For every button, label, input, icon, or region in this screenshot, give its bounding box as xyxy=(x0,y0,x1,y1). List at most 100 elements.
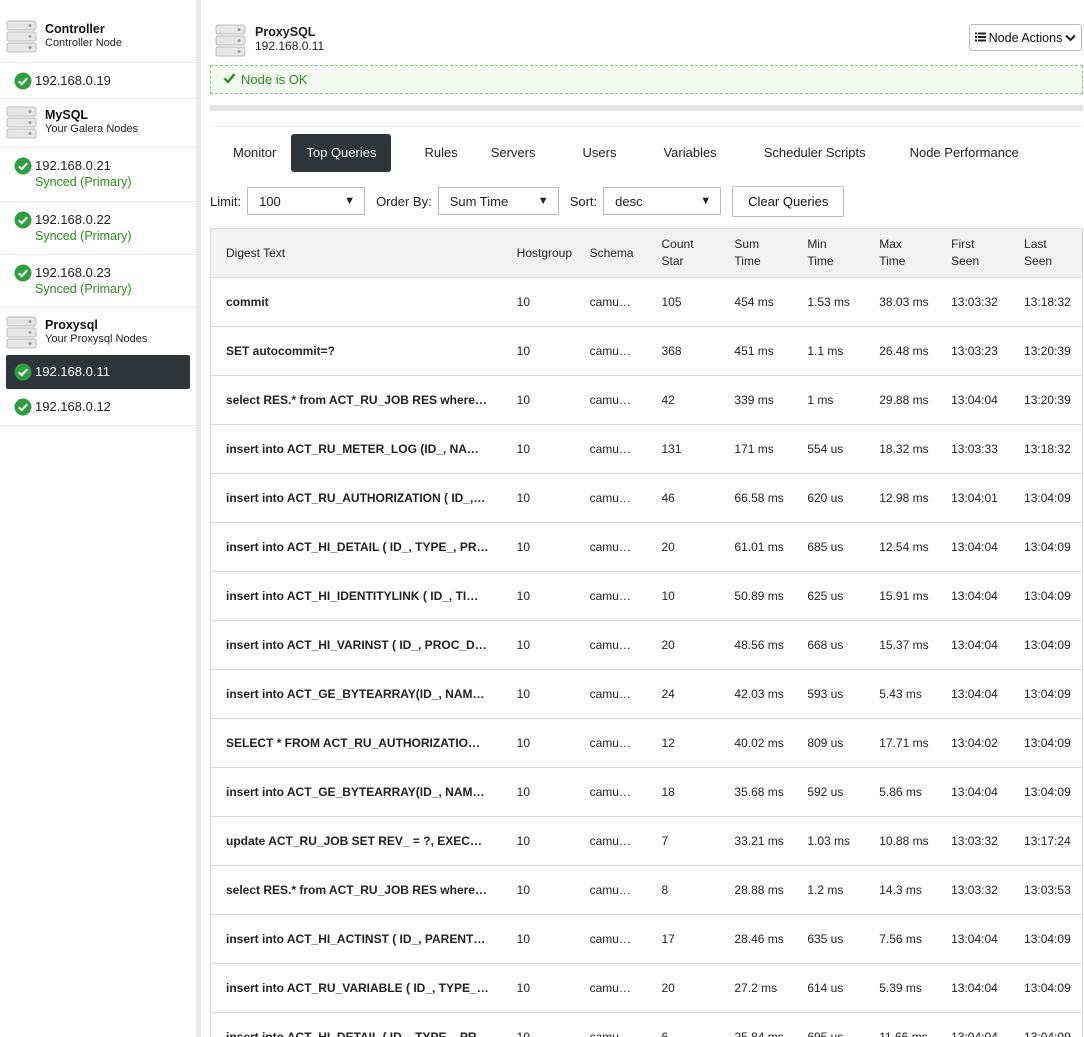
table-row[interactable]: insert into ACT_RU_METER_LOG (ID_, NA… 10… xyxy=(211,425,1082,474)
sidebar-node-mysql-3[interactable]: 192.168.0.23 Synced (Primary) xyxy=(0,255,196,308)
table-row[interactable]: insert into ACT_HI_DETAIL ( ID_, TYPE_, … xyxy=(211,1013,1082,1037)
cell-sum-time: 50.89 ms xyxy=(734,588,784,603)
cell-count-star: 20 xyxy=(661,637,675,652)
cell-sum-time: 28.46 ms xyxy=(734,931,784,946)
table-row[interactable]: insert into ACT_RU_AUTHORIZATION ( ID_,…… xyxy=(211,474,1082,523)
cell-sum-time: 27.2 ms xyxy=(734,980,778,995)
node-address: 192.168.0.11 xyxy=(255,39,325,53)
tab-bar: Monitor Top Queries Rules Servers Users … xyxy=(218,134,1035,172)
group-title: Controller xyxy=(45,22,105,36)
cell-sum-time: 66.58 ms xyxy=(734,490,784,505)
header-min-time[interactable]: Min Time xyxy=(807,236,879,270)
table-row[interactable]: insert into ACT_GE_BYTEARRAY(ID_, NAM… 10… xyxy=(211,768,1082,817)
cell-hostgroup: 10 xyxy=(516,735,531,750)
table-row[interactable]: select RES.* from ACT_RU_JOB RES where… 1… xyxy=(211,866,1082,915)
table-row[interactable]: insert into ACT_GE_BYTEARRAY(ID_, NAM… 10… xyxy=(211,670,1082,719)
tab-top-queries[interactable]: Top Queries xyxy=(291,134,392,172)
cell-hostgroup: 10 xyxy=(516,392,531,407)
cell-min-time: 1.03 ms xyxy=(807,833,850,848)
cell-hostgroup: 10 xyxy=(516,686,531,701)
header-text: Sum xyxy=(734,237,760,251)
cell-text: camu… xyxy=(589,441,631,456)
sidebar-node-proxysql-2[interactable]: 192.168.0.12 xyxy=(0,389,196,426)
header-schema[interactable]: Schema xyxy=(590,245,662,262)
cell-max-time: 29.88 ms xyxy=(879,392,929,407)
table-row[interactable]: insert into ACT_HI_DETAIL ( ID_, TYPE_, … xyxy=(211,523,1082,572)
node-actions-button[interactable]: Node Actions xyxy=(969,24,1082,51)
cell-last-seen: 13:04:09 xyxy=(1024,686,1071,701)
header-sum-time[interactable]: Sum Time xyxy=(734,236,807,270)
table-row[interactable]: SET autocommit=? 10 camu… 368 451 ms 1.1 ms 26… xyxy=(211,327,1082,376)
cell-count-star: 24 xyxy=(661,686,675,701)
header-first-seen[interactable]: First Seen xyxy=(951,236,1024,270)
limit-select[interactable]: 100 ▼ xyxy=(247,187,366,215)
header-max-time[interactable]: Max Time xyxy=(879,236,951,270)
cell-hostgroup: 10 xyxy=(516,441,531,456)
header-last-seen[interactable]: Last Seen xyxy=(1024,236,1082,270)
header-text: Max xyxy=(879,237,902,251)
cell-schema: camu… xyxy=(590,637,662,654)
cell-first-seen: 13:04:02 xyxy=(951,735,998,750)
cell-max-time: 11.66 ms xyxy=(879,1029,928,1037)
tab-node-performance[interactable]: Node Performance xyxy=(882,134,1035,172)
cell-digest-text: insert into ACT_RU_METER_LOG (ID_, NA… xyxy=(226,441,479,456)
sidebar-node-mysql-2[interactable]: 192.168.0.22 Synced (Primary) xyxy=(0,202,196,255)
sidebar-node-proxysql-1[interactable]: 192.168.0.11 xyxy=(6,355,190,389)
dropdown-arrow-icon: ▼ xyxy=(700,195,712,207)
cell-text: camu… xyxy=(589,588,631,603)
cell-hostgroup: 10 xyxy=(516,588,531,603)
table-row[interactable]: commit 10 camu… 105 454 ms 1.53 ms 38.03 ms 13:… xyxy=(211,278,1082,327)
table-row[interactable]: select RES.* from ACT_RU_JOB RES where… 1… xyxy=(211,376,1082,425)
table-row[interactable]: insert into ACT_HI_IDENTITYLINK ( ID_, T… xyxy=(211,572,1082,621)
tab-variables[interactable]: Variables xyxy=(632,134,732,172)
divider xyxy=(210,105,1083,111)
table-row[interactable]: update ACT_RU_JOB SET REV_ = ?, EXEC… 10 c… xyxy=(211,817,1082,866)
sidebar-node-mysql-1[interactable]: 192.168.0.21 Synced (Primary) xyxy=(0,148,196,202)
sidebar-node-controller[interactable]: 192.168.0.19 xyxy=(0,63,196,99)
cell-max-time: 15.37 ms xyxy=(879,637,929,652)
cell-hostgroup: 10 xyxy=(516,980,531,995)
cell-first-seen: 13:04:04 xyxy=(951,637,998,652)
header-count-star[interactable]: Count Star xyxy=(662,236,735,270)
limit-label: Limit: xyxy=(210,193,242,209)
tab-servers[interactable]: Servers xyxy=(474,134,552,172)
cell-max-time: 5.43 ms xyxy=(879,686,922,701)
check-icon xyxy=(14,157,32,175)
table-row[interactable]: insert into ACT_RU_VARIABLE ( ID_, TYPE_… xyxy=(211,964,1082,1013)
cell-max-time: 18.32 ms xyxy=(879,441,929,456)
cell-hostgroup: 10 xyxy=(516,833,531,848)
tab-users[interactable]: Users xyxy=(552,134,633,172)
cell-sum-time: 171 ms xyxy=(734,441,774,456)
cell-min-time: 1.2 ms xyxy=(807,882,844,897)
header-digest-text[interactable]: Digest Text xyxy=(211,245,517,262)
clear-queries-button[interactable]: Clear Queries xyxy=(732,185,845,217)
cell-min-time: 614 us xyxy=(807,980,844,995)
tab-rules[interactable]: Rules xyxy=(391,134,473,172)
table-row[interactable]: insert into ACT_HI_ACTINST ( ID_, PARENT… xyxy=(211,915,1082,964)
main-panel: ProxySQL 192.168.0.11 Node Actions Node … xyxy=(210,0,1084,1037)
header-text: Schema xyxy=(589,245,634,260)
header-hostgroup[interactable]: Hostgroup xyxy=(517,245,590,262)
chevron-down-icon xyxy=(1065,31,1077,45)
cell-digest-text: select RES.* from ACT_RU_JOB RES where… xyxy=(226,392,487,407)
tab-monitor[interactable]: Monitor xyxy=(218,134,291,172)
cell-digest-text: insert into ACT_RU_VARIABLE ( ID_, TYPE_… xyxy=(226,980,489,995)
order-by-select[interactable]: Sum Time ▼ xyxy=(437,187,559,215)
table-row[interactable]: insert into ACT_HI_VARINST ( ID_, PROC_D… xyxy=(211,621,1082,670)
group-title: Proxysql xyxy=(45,318,98,332)
header-text: Count xyxy=(661,237,694,251)
cell-hostgroup: 10 xyxy=(516,294,531,309)
tab-scheduler-scripts[interactable]: Scheduler Scripts xyxy=(733,134,882,172)
table-row[interactable]: SELECT * FROM ACT_RU_AUTHORIZATIO… 10 camu… xyxy=(211,719,1082,768)
cell-max-time: 10.88 ms xyxy=(879,833,929,848)
cell-min-time: 1.1 ms xyxy=(807,343,844,358)
sort-select[interactable]: desc ▼ xyxy=(603,187,722,215)
cell-first-seen: 13:04:04 xyxy=(951,392,998,407)
cell-max-time: 12.54 ms xyxy=(879,539,929,554)
cell-schema: camu… xyxy=(590,490,662,507)
cell-text: camu… xyxy=(589,833,631,848)
cell-min-time: 592 us xyxy=(807,784,844,799)
cell-digest-text: insert into ACT_HI_VARINST ( ID_, PROC_D… xyxy=(226,637,487,652)
cell-last-seen: 13:04:09 xyxy=(1024,980,1071,995)
cell-schema: camu… xyxy=(590,441,662,458)
